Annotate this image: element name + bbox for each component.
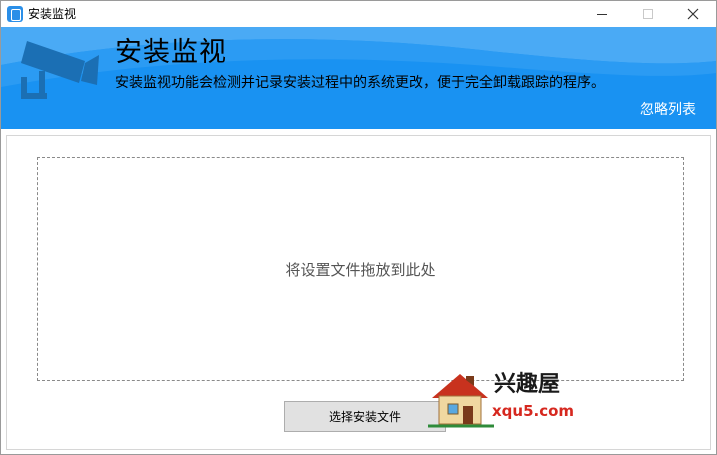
ignore-list-link[interactable]: 忽略列表 — [640, 101, 696, 119]
house-logo-icon — [428, 374, 494, 428]
window-title: 安装监视 — [28, 7, 77, 21]
app-window: 安装监视 安装监视 安装监视功能会检测并记录安装过程中的系统更改，便于完全卸载跟… — [0, 0, 717, 455]
minimize-button[interactable] — [579, 1, 625, 27]
watermark-logo: 兴趣屋 xqu5.com — [426, 368, 576, 428]
file-drop-zone[interactable]: 将设置文件拖放到此处 — [37, 157, 684, 381]
app-icon — [7, 6, 23, 22]
title-bar[interactable]: 安装监视 — [1, 1, 716, 27]
maximize-icon — [643, 9, 653, 19]
select-installer-button[interactable]: 选择安装文件 — [284, 401, 446, 432]
watermark-site-url: xqu5.com — [492, 402, 575, 420]
maximize-button[interactable] — [625, 1, 671, 27]
main-panel: 将设置文件拖放到此处 选择安装文件 — [6, 135, 711, 450]
camera-icon — [21, 41, 99, 99]
drop-hint: 将设置文件拖放到此处 — [285, 260, 436, 279]
banner-description: 安装监视功能会检测并记录安装过程中的系统更改，便于完全卸载跟踪的程序。 — [115, 75, 605, 91]
close-button[interactable] — [670, 1, 716, 27]
close-icon — [687, 8, 699, 20]
header-banner: 安装监视 安装监视功能会检测并记录安装过程中的系统更改，便于完全卸载跟踪的程序。… — [1, 27, 716, 129]
minimize-icon — [597, 13, 607, 15]
watermark-site-name: 兴趣屋 — [494, 372, 561, 397]
banner-title: 安装监视 — [115, 37, 227, 68]
